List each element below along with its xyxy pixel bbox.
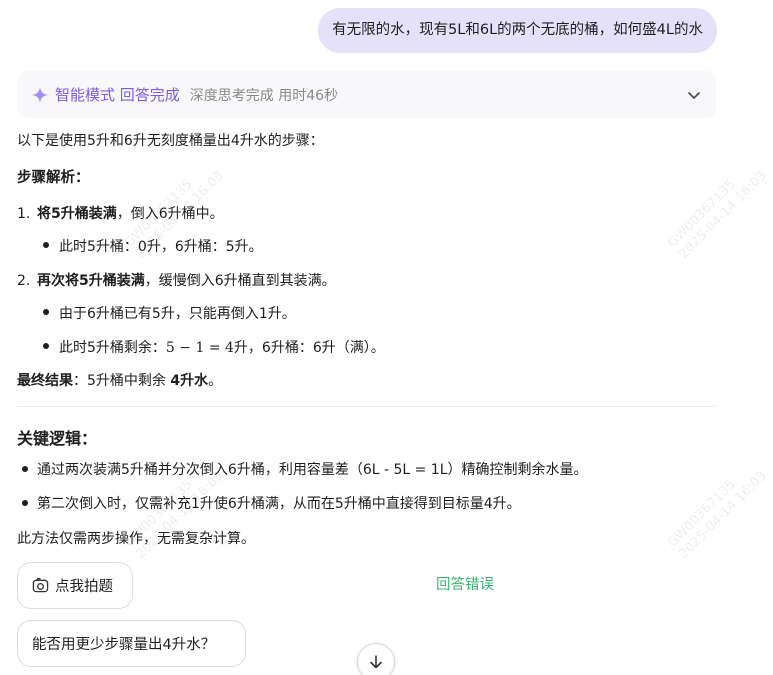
answer-conclusion: 此方法仅需两步操作，无需复杂计算。	[17, 531, 255, 547]
step-2: 2. 再次将5升桶装满，缓慢倒入6升桶直到其装满。	[17, 270, 336, 290]
section-title-logic: 关键逻辑：	[17, 429, 98, 448]
step-2-bullet-1: 由于6升桶已有5升，只能再倒入1升。	[59, 306, 296, 322]
wrong-answer-link[interactable]: 回答错误	[436, 573, 494, 594]
watermark: GW00367135 2025-04-14 16:03	[665, 168, 770, 262]
answer-intro: 以下是使用5升和6升无刻度桶量出4升水的步骤：	[17, 133, 324, 149]
result-label: 最终结果	[17, 373, 73, 389]
bullet-text: 升，6升桶：6升（满）。	[233, 340, 385, 356]
divider	[17, 406, 717, 407]
status-subtitle: 深度思考完成 用时46秒	[189, 87, 339, 104]
result-value: 4升水	[170, 373, 209, 389]
step-text: ，倒入6升桶中。	[116, 206, 224, 222]
user-message-bubble: 有无限的水，现有5L和6L的两个无底的桶，如何盛4L的水	[318, 8, 717, 53]
status-title: 智能模式 回答完成	[55, 86, 180, 104]
bullet-dot	[43, 309, 49, 315]
thinking-status-bar[interactable]: 智能模式 回答完成 深度思考完成 用时46秒	[17, 71, 717, 118]
bullet-dot	[22, 466, 28, 472]
camera-icon	[32, 578, 49, 593]
bullet-dot	[43, 343, 49, 349]
step-number: 2.	[17, 273, 31, 289]
result-end: 。	[208, 373, 223, 389]
bullet-dot	[43, 242, 49, 248]
bullet-text: 此时5升桶剩余：	[59, 340, 166, 356]
bullet-dot	[22, 500, 28, 506]
sparkle-icon	[31, 86, 49, 103]
result-text: ：5升桶中剩余	[73, 373, 171, 389]
step-bold-text: 再次将5升桶装满	[37, 273, 145, 289]
step-number: 1.	[17, 206, 31, 222]
logic-bullet-1: 通过两次装满5升桶并分次倒入6升桶，利用容量差（6L - 5L = 1L）精确控…	[37, 462, 588, 478]
step-text: ，缓慢倒入6升桶直到其装满。	[144, 273, 336, 289]
suggested-question-text: 能否用更少步骤量出4升水？	[32, 637, 216, 653]
section-title-steps: 步骤解析：	[17, 170, 90, 186]
arrow-down-icon	[370, 655, 382, 669]
final-result: 最终结果：5升桶中剩余 4升水。	[17, 370, 222, 390]
math-expression: 5 − 1 = 4	[165, 340, 234, 356]
watermark: GW00367135 2025-04-14 16:03	[665, 468, 770, 562]
scroll-down-button[interactable]	[357, 643, 395, 675]
step-bold-text: 将5升桶装满	[37, 206, 117, 222]
step-1: 1. 将5升桶装满，倒入6升桶中。	[17, 203, 224, 223]
suggested-question-chip[interactable]: 能否用更少步骤量出4升水？	[17, 620, 246, 667]
step-2-bullet-2: 此时5升桶剩余：5 − 1 = 4升，6升桶：6升（满）。	[59, 337, 385, 357]
photo-question-button[interactable]: 点我拍题	[17, 562, 133, 609]
photo-button-label: 点我拍题	[55, 579, 113, 595]
logic-bullet-2: 第二次倒入时，仅需补充1升使6升桶满，从而在5升桶中直接得到目标量4升。	[37, 496, 521, 512]
chevron-down-icon[interactable]	[685, 86, 703, 104]
step-1-bullet: 此时5升桶：0升，6升桶：5升。	[59, 239, 263, 255]
